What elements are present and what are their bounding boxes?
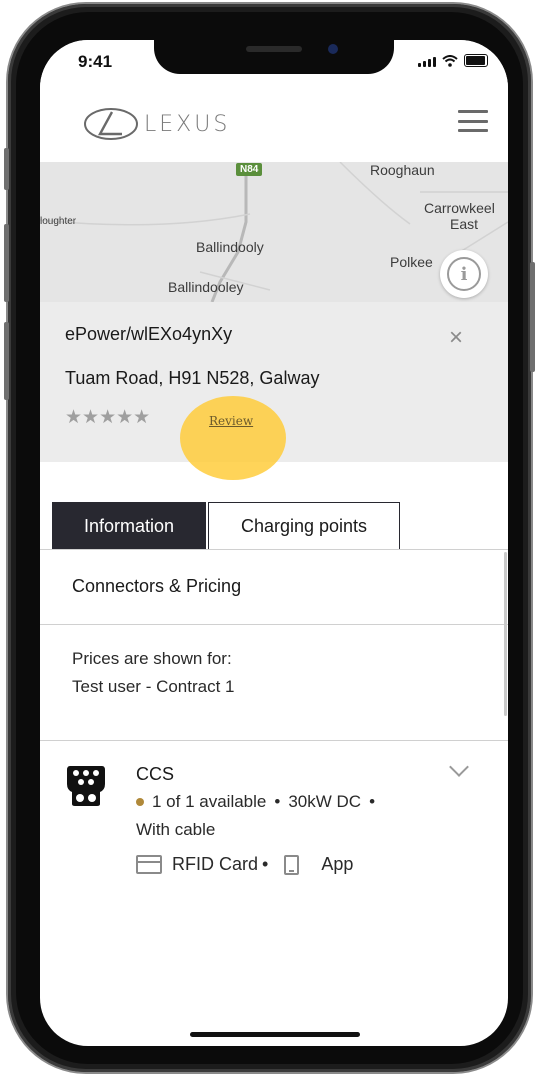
speaker: [246, 46, 302, 52]
separator: •: [369, 792, 376, 811]
status-bar: 9:41: [40, 40, 508, 96]
app-header: LEXUS: [52, 96, 508, 162]
availability-row: 1 of 1 available • 30kW DC •: [136, 792, 375, 812]
map-place-label: Rooghaun: [370, 162, 435, 178]
connector-type: CCS: [136, 764, 175, 784]
battery-icon: [464, 54, 488, 67]
map-roads: [40, 162, 508, 302]
tab-bar: Information Charging points: [52, 502, 400, 550]
scrollbar[interactable]: [504, 552, 507, 716]
section-title: Connectors & Pricing: [72, 576, 242, 596]
map-place-label: Polkee: [390, 254, 433, 270]
brand-wordmark: LEXUS: [144, 111, 231, 137]
separator: •: [262, 854, 269, 874]
lexus-logo[interactable]: LEXUS: [82, 104, 230, 144]
power-text: 30kW DC: [288, 792, 362, 811]
camera: [328, 44, 338, 54]
tab-charging-points[interactable]: Charging points: [208, 502, 400, 550]
power-button: [530, 262, 535, 372]
station-address: Tuam Road, H91 N528, Galway: [65, 368, 320, 388]
availability-text: 1 of 1 available: [152, 792, 267, 811]
divider: [40, 740, 508, 741]
station-name: ePower/wlEXo4ynXy: [65, 324, 233, 344]
map[interactable]: N84 Rooghaun Carrowkeel East loughter Ba…: [40, 162, 508, 302]
rating-stars: ★★★★★: [65, 407, 151, 428]
mute-switch: [4, 148, 9, 190]
cable-text: With cable: [136, 820, 216, 839]
station-card: ePower/wlEXo4ynXy × Tuam Road, H91 N528,…: [40, 302, 508, 480]
tab-information[interactable]: Information: [52, 502, 206, 550]
prices-user: Test user - Contract 1: [72, 677, 235, 696]
payment-methods: RFID Card • App: [136, 854, 353, 875]
signal-icon: [418, 57, 436, 67]
map-place-label: loughter: [40, 216, 77, 227]
chevron-down-icon[interactable]: [449, 757, 469, 777]
menu-line: [458, 129, 488, 132]
smartphone-icon: [284, 854, 300, 875]
map-place-label: Carrowkeel: [424, 200, 495, 216]
map-place-label: East: [450, 216, 479, 232]
payment-app: App: [321, 854, 354, 874]
volume-down-button: [4, 322, 9, 400]
divider: [40, 624, 508, 625]
availability-dot: [136, 798, 144, 806]
divider: [40, 549, 508, 550]
volume-up-button: [4, 224, 9, 302]
status-time: 9:41: [78, 52, 113, 71]
road-badge: N84: [236, 163, 263, 176]
prices-label: Prices are shown for:: [72, 649, 232, 668]
info-icon: i: [447, 257, 481, 291]
map-place-label: Ballindooly: [196, 239, 264, 255]
status-icons: [418, 54, 488, 67]
home-indicator[interactable]: [190, 1032, 360, 1037]
wifi-icon: [442, 55, 458, 67]
credit-card-icon: [136, 855, 162, 874]
close-icon[interactable]: ×: [449, 326, 463, 350]
separator: •: [274, 792, 281, 811]
ccs-connector-icon: [67, 766, 105, 806]
lexus-emblem-icon: [84, 108, 138, 140]
screen: 9:41 LEXUS N84 Rooghaun Carrowkeel East …: [40, 40, 508, 1046]
tap-highlight: [180, 396, 286, 480]
map-place-label: Ballindooley: [168, 279, 244, 295]
info-button[interactable]: i: [440, 250, 488, 298]
payment-rfid: RFID Card: [172, 854, 259, 874]
menu-line: [458, 119, 488, 123]
menu-button[interactable]: [458, 110, 488, 132]
notch: [154, 40, 394, 74]
review-link[interactable]: Review: [209, 414, 253, 428]
menu-line: [458, 110, 488, 113]
